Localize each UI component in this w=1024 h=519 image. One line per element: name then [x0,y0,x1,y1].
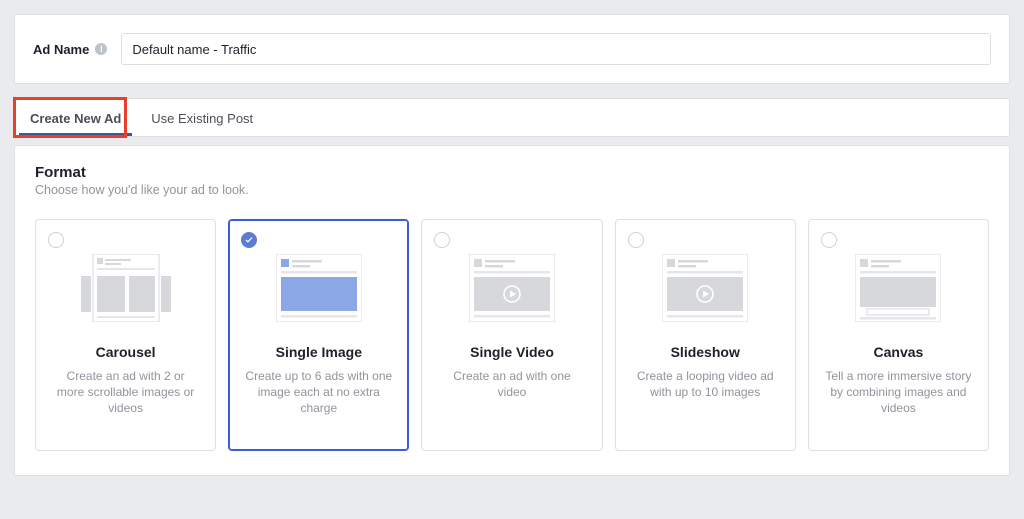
ad-name-input[interactable] [121,33,991,65]
format-panel: Format Choose how you'd like your ad to … [14,145,1010,476]
slideshow-thumbnail [626,238,785,338]
format-subtitle: Choose how you'd like your ad to look. [35,183,989,197]
format-card-title: Canvas [819,344,978,360]
single-video-thumbnail [432,238,591,338]
radio-icon [628,232,644,248]
format-option-single-image[interactable]: Single Image Create up to 6 ads with one… [228,219,409,451]
canvas-thumbnail [819,238,978,338]
format-card-desc: Create up to 6 ads with one image each a… [239,368,398,417]
ad-name-panel: Ad Name i [14,14,1010,84]
radio-icon [48,232,64,248]
ad-name-label: Ad Name [33,42,89,57]
carousel-thumbnail [46,238,205,338]
format-title: Format [35,164,989,181]
tab-create-new-ad[interactable]: Create New Ad [15,99,136,136]
radio-icon [821,232,837,248]
format-card-title: Single Video [432,344,591,360]
info-icon[interactable]: i [95,43,107,55]
format-card-desc: Create an ad with one video [432,368,591,400]
format-option-canvas[interactable]: Canvas Tell a more immersive story by co… [808,219,989,451]
format-card-title: Slideshow [626,344,785,360]
format-card-desc: Create an ad with 2 or more scrollable i… [46,368,205,417]
single-image-thumbnail [239,238,398,338]
format-option-slideshow[interactable]: Slideshow Create a looping video ad with… [615,219,796,451]
tab-use-existing-post[interactable]: Use Existing Post [136,99,268,136]
format-cards: Carousel Create an ad with 2 or more scr… [35,219,989,451]
format-option-single-video[interactable]: Single Video Create an ad with one video [421,219,602,451]
format-card-title: Carousel [46,344,205,360]
format-card-desc: Create a looping video ad with up to 10 … [626,368,785,400]
format-option-carousel[interactable]: Carousel Create an ad with 2 or more scr… [35,219,216,451]
format-card-desc: Tell a more immersive story by combining… [819,368,978,417]
ad-source-tabs: Create New Ad Use Existing Post [14,98,1010,137]
format-card-title: Single Image [239,344,398,360]
